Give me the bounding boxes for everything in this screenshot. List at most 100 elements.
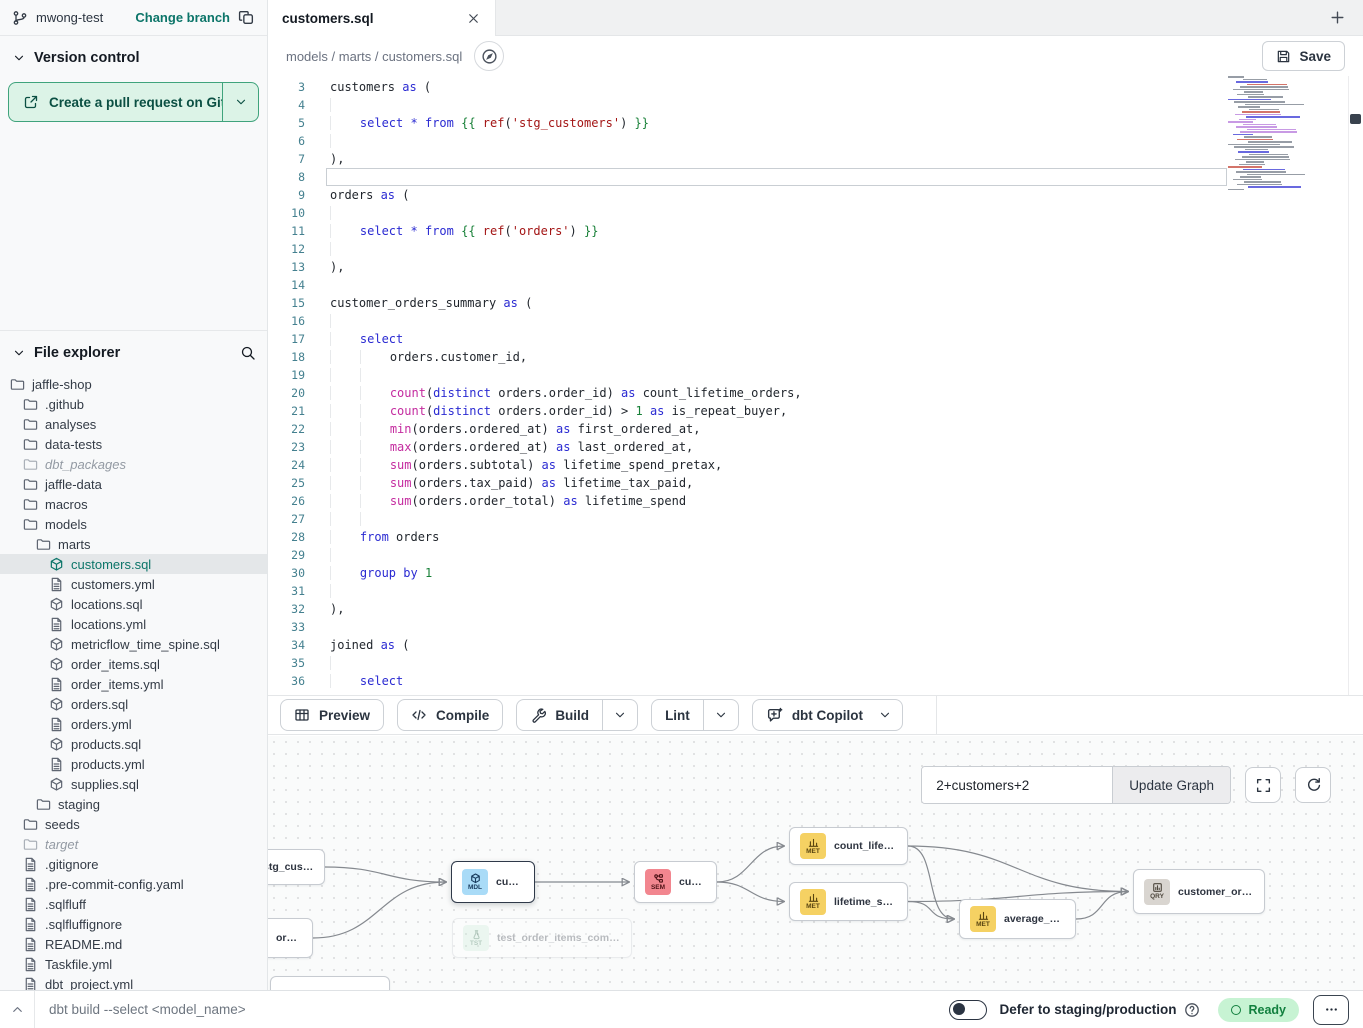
lineage-node-customer_order_metrics[interactable]: QRYcustomer_order_metrics <box>1133 869 1265 914</box>
version-control-header[interactable]: Version control <box>0 36 267 74</box>
copy-icon[interactable] <box>238 9 255 26</box>
code-line-30[interactable]: 30 group by 1 <box>268 564 1363 582</box>
file-item-staging[interactable]: staging <box>0 794 268 814</box>
file-item-orders.yml[interactable]: orders.yml <box>0 714 268 734</box>
file-item-.github[interactable]: .github <box>0 394 268 414</box>
code-line-9[interactable]: 9orders as ( <box>268 186 1363 204</box>
lineage-node-orders[interactable]: MDLorders <box>268 918 313 958</box>
preview-button[interactable]: Preview <box>280 699 384 731</box>
more-options-button[interactable] <box>1313 995 1349 1025</box>
lint-dropdown[interactable] <box>703 700 738 730</box>
file-item-dbt_packages[interactable]: dbt_packages <box>0 454 268 474</box>
file-item-products.yml[interactable]: products.yml <box>0 754 268 774</box>
file-item-jaffle-data[interactable]: jaffle-data <box>0 474 268 494</box>
code-line-13[interactable]: 13), <box>268 258 1363 276</box>
file-item-models[interactable]: models <box>0 514 268 534</box>
build-button[interactable]: Build <box>516 699 638 731</box>
code-line-29[interactable]: 29 <box>268 546 1363 564</box>
file-item-orders.sql[interactable]: orders.sql <box>0 694 268 714</box>
code-line-23[interactable]: 23 max(orders.ordered_at) as last_ordere… <box>268 438 1363 456</box>
file-item-order_items.yml[interactable]: order_items.yml <box>0 674 268 694</box>
code-line-12[interactable]: 12 <box>268 240 1363 258</box>
lineage-node-customers_model[interactable]: MDLcustomers <box>451 861 535 903</box>
code-line-19[interactable]: 19 <box>268 366 1363 384</box>
file-item-.pre-commit-config.yaml[interactable]: .pre-commit-config.yaml <box>0 874 268 894</box>
code-line-14[interactable]: 14 <box>268 276 1363 294</box>
file-item-locations.yml[interactable]: locations.yml <box>0 614 268 634</box>
code-line-35[interactable]: 35 <box>268 654 1363 672</box>
code-line-32[interactable]: 32), <box>268 600 1363 618</box>
editor-scrollbar[interactable] <box>1348 76 1349 695</box>
defer-toggle[interactable] <box>949 1000 987 1020</box>
file-item-macros[interactable]: macros <box>0 494 268 514</box>
collapse-command-bar-button[interactable] <box>0 1002 34 1017</box>
create-pr-button[interactable]: Create a pull request on Git... <box>8 82 259 122</box>
file-item-locations.sql[interactable]: locations.sql <box>0 594 268 614</box>
file-item-.sqlfluff[interactable]: .sqlfluff <box>0 894 268 914</box>
dbt-copilot-button[interactable]: dbt Copilot <box>752 699 903 731</box>
code-line-31[interactable]: 31 <box>268 582 1363 600</box>
file-item-seeds[interactable]: seeds <box>0 814 268 834</box>
code-line-15[interactable]: 15customer_orders_summary as ( <box>268 294 1363 312</box>
file-item-analyses[interactable]: analyses <box>0 414 268 434</box>
lineage-node-average_order_value[interactable]: METaverage_order_value <box>959 899 1076 939</box>
code-line-17[interactable]: 17 select <box>268 330 1363 348</box>
fullscreen-button[interactable] <box>1245 767 1281 803</box>
code-line-10[interactable]: 10 <box>268 204 1363 222</box>
code-editor[interactable]: 3customers as (4 5 select * from {{ ref(… <box>268 76 1363 695</box>
tab-customers-sql[interactable]: customers.sql <box>268 0 496 36</box>
create-pr-dropdown[interactable] <box>222 83 258 121</box>
code-line-20[interactable]: 20 count(distinct orders.order_id) as co… <box>268 384 1363 402</box>
minimap[interactable] <box>1228 76 1312 194</box>
lineage-node-test_order_items[interactable]: TSTtest_order_items_compute_to_bools... <box>452 918 632 958</box>
editor-scrollbar-thumb[interactable] <box>1350 114 1361 124</box>
code-line-16[interactable]: 16 <box>268 312 1363 330</box>
lineage-node-customers_semantic[interactable]: SEMcustomers <box>634 861 717 903</box>
search-icon[interactable] <box>240 345 256 361</box>
close-icon[interactable] <box>466 11 481 26</box>
code-line-26[interactable]: 26 sum(orders.order_total) as lifetime_s… <box>268 492 1363 510</box>
lint-button[interactable]: Lint <box>651 699 739 731</box>
file-item-customers.yml[interactable]: customers.yml <box>0 574 268 594</box>
change-branch-link[interactable]: Change branch <box>135 10 230 25</box>
file-item-.gitignore[interactable]: .gitignore <box>0 854 268 874</box>
code-line-3[interactable]: 3customers as ( <box>268 78 1363 96</box>
code-line-8[interactable]: 8 <box>268 168 1363 186</box>
file-item-dbt_project.yml[interactable]: dbt_project.yml <box>0 974 268 990</box>
code-line-21[interactable]: 21 count(distinct orders.order_id) > 1 a… <box>268 402 1363 420</box>
code-line-6[interactable]: 6 <box>268 132 1363 150</box>
file-item-README.md[interactable]: README.md <box>0 934 268 954</box>
file-item-data-tests[interactable]: data-tests <box>0 434 268 454</box>
file-item-metricflow_time_spine.sql[interactable]: metricflow_time_spine.sql <box>0 634 268 654</box>
file-item-jaffle-shop[interactable]: jaffle-shop <box>0 374 268 394</box>
lineage-node-lifetime_spend_pretax[interactable]: METlifetime_spend_pretax <box>789 882 908 921</box>
code-line-33[interactable]: 33 <box>268 618 1363 636</box>
refresh-button[interactable] <box>1295 767 1331 803</box>
save-button[interactable]: Save <box>1262 41 1345 71</box>
copilot-dropdown[interactable] <box>876 700 902 730</box>
lineage-node-stg_customers[interactable]: MDLstg_customers <box>268 849 325 885</box>
file-item-Taskfile.yml[interactable]: Taskfile.yml <box>0 954 268 974</box>
file-item-products.sql[interactable]: products.sql <box>0 734 268 754</box>
lineage-node-partial_node[interactable] <box>270 976 390 990</box>
update-graph-button[interactable]: Update Graph <box>1112 767 1230 803</box>
code-line-36[interactable]: 36 select <box>268 672 1363 690</box>
file-item-marts[interactable]: marts <box>0 534 268 554</box>
help-icon[interactable] <box>1184 1002 1200 1018</box>
build-dropdown[interactable] <box>602 700 637 730</box>
code-line-25[interactable]: 25 sum(orders.tax_paid) as lifetime_tax_… <box>268 474 1363 492</box>
command-input[interactable]: dbt build --select <model_name> <box>49 1002 949 1017</box>
code-line-18[interactable]: 18 orders.customer_id, <box>268 348 1363 366</box>
code-line-22[interactable]: 22 min(orders.ordered_at) as first_order… <box>268 420 1363 438</box>
code-line-24[interactable]: 24 sum(orders.subtotal) as lifetime_spen… <box>268 456 1363 474</box>
lineage-node-count_lifetime_orders[interactable]: METcount_lifetime_orders <box>789 827 908 865</box>
code-line-7[interactable]: 7), <box>268 150 1363 168</box>
code-line-11[interactable]: 11 select * from {{ ref('orders') }} <box>268 222 1363 240</box>
file-item-target[interactable]: target <box>0 834 268 854</box>
code-line-34[interactable]: 34joined as ( <box>268 636 1363 654</box>
file-item-customers.sql[interactable]: customers.sql <box>0 554 268 574</box>
code-line-27[interactable]: 27 <box>268 510 1363 528</box>
file-item-.sqlfluffignore[interactable]: .sqlfluffignore <box>0 914 268 934</box>
lineage-selector-input[interactable] <box>922 767 1112 803</box>
code-line-28[interactable]: 28 from orders <box>268 528 1363 546</box>
